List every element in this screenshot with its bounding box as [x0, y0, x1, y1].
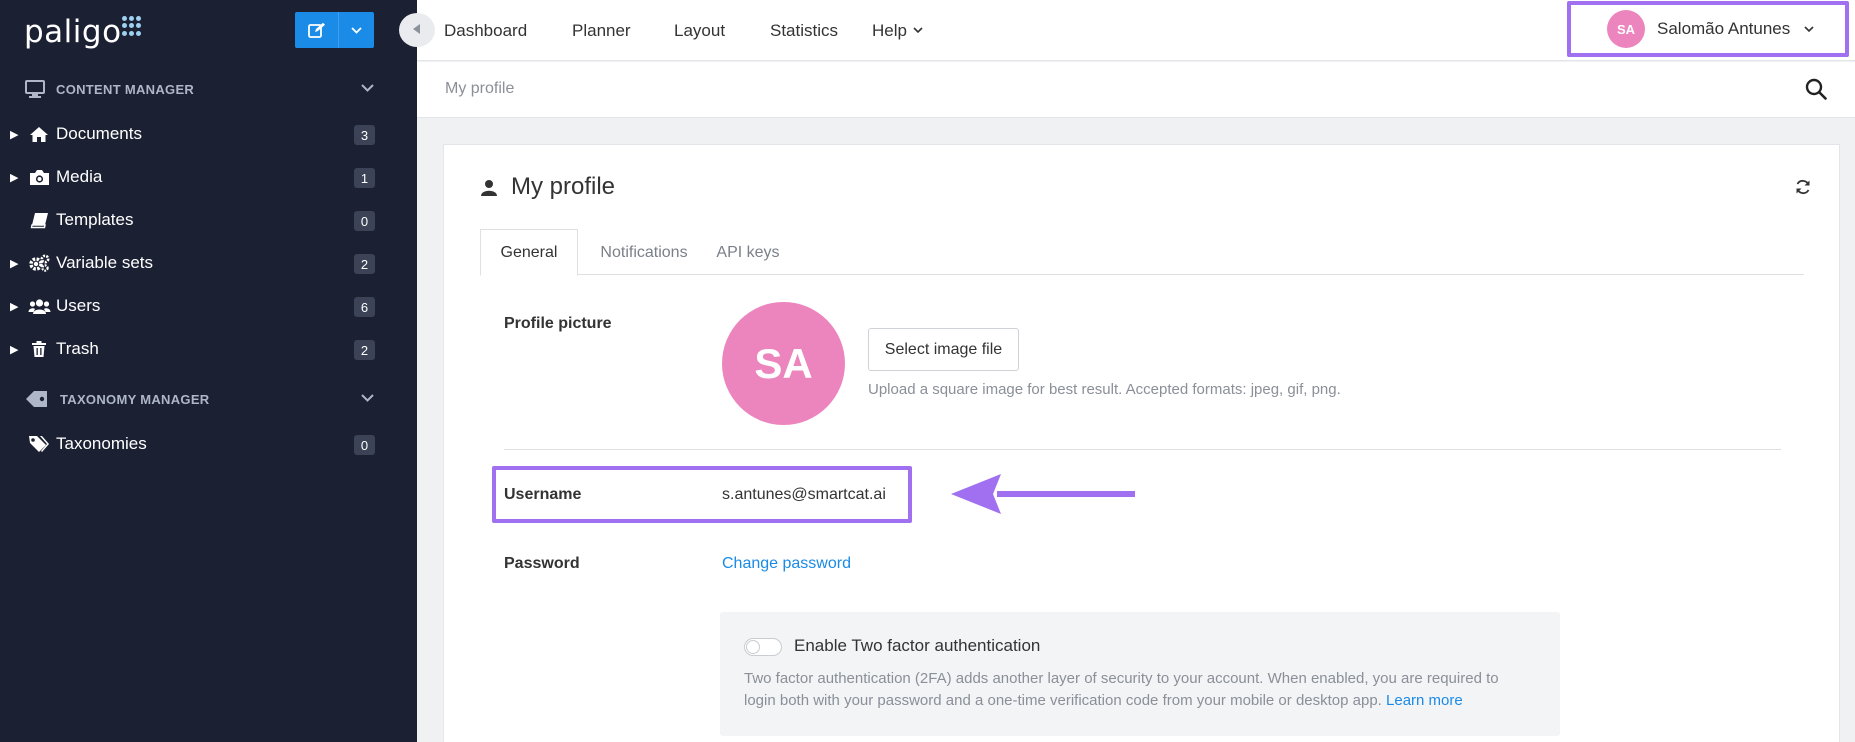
tag-icon	[24, 390, 50, 408]
sidebar-item-label: Media	[56, 167, 103, 186]
user-menu[interactable]: SA Salomão Antunes	[1567, 1, 1849, 57]
page-title: My profile	[481, 173, 615, 201]
users-icon	[27, 296, 51, 316]
profile-panel: My profile General Notifications API key…	[443, 144, 1840, 742]
count-badge: 1	[354, 168, 375, 188]
change-password-link[interactable]: Change password	[722, 555, 851, 573]
caret-left-icon	[413, 21, 421, 39]
camera-icon	[27, 167, 51, 187]
sidebar-item-label: Trash	[56, 339, 99, 358]
collapse-sidebar-button[interactable]	[399, 13, 435, 47]
caret-right-icon[interactable]: ▶	[10, 343, 22, 356]
chevron-down-icon[interactable]	[339, 12, 374, 48]
nav-help-label: Help	[872, 20, 907, 40]
caret-right-icon[interactable]: ▶	[10, 128, 22, 141]
content-manager-label: CONTENT MANAGER	[56, 81, 195, 97]
monitor-icon	[24, 80, 46, 98]
trash-icon	[27, 339, 51, 359]
page-title-text: My profile	[511, 173, 616, 200]
breadcrumb-bar: My profile	[417, 62, 1855, 118]
nav-dashboard[interactable]: Dashboard	[444, 0, 527, 61]
count-badge: 2	[354, 340, 375, 360]
tab-api-keys[interactable]: API keys	[704, 229, 792, 276]
tab-notifications[interactable]: Notifications	[586, 229, 702, 276]
new-content-button[interactable]	[295, 12, 374, 48]
search-icon[interactable]	[1805, 78, 1827, 105]
sidebar-item-label: Taxonomies	[56, 434, 147, 453]
logo-dots-icon	[122, 16, 142, 36]
edit-icon[interactable]	[295, 12, 339, 48]
two-factor-description: Two factor authentication (2FA) adds ano…	[744, 670, 1499, 709]
user-name: Salomão Antunes	[1657, 19, 1791, 38]
profile-picture-label: Profile picture	[504, 315, 612, 332]
sidebar-item-templates[interactable]: ▶ Templates 0	[0, 200, 417, 240]
profile-tabs: General Notifications API keys	[480, 229, 1804, 276]
avatar: SA	[1607, 10, 1645, 48]
sidebar-item-label: Documents	[56, 124, 142, 143]
breadcrumb[interactable]: My profile	[445, 80, 514, 98]
username-label: Username	[504, 486, 582, 503]
annotation-arrow-icon	[951, 474, 1135, 514]
home-icon	[27, 124, 51, 144]
nav-layout[interactable]: Layout	[674, 0, 725, 61]
paligo-logo[interactable]: paligo	[24, 14, 122, 50]
two-factor-box: Enable Two factor authentication Two fac…	[720, 612, 1560, 736]
upload-hint: Upload a square image for best result. A…	[868, 381, 1341, 398]
sidebar-item-media[interactable]: ▶ Media 1	[0, 157, 417, 197]
taxonomy-manager-label: TAXONOMY MANAGER	[60, 391, 210, 407]
sidebar-item-users[interactable]: ▶ Users 6	[0, 286, 417, 326]
refresh-icon[interactable]	[1795, 179, 1811, 200]
count-badge: 2	[354, 254, 375, 274]
username-value: s.antunes@smartcat.ai	[722, 486, 886, 503]
count-badge: 6	[354, 297, 375, 317]
sidebar-item-label: Variable sets	[56, 253, 154, 272]
two-factor-title: Enable Two factor authentication	[794, 636, 1041, 655]
chevron-down-icon[interactable]	[361, 390, 374, 405]
sidebar-item-taxonomies[interactable]: ▶ Taxonomies 0	[0, 424, 417, 464]
sidebar-item-documents[interactable]: ▶ Documents 3	[0, 114, 417, 154]
caret-right-icon[interactable]: ▶	[10, 257, 22, 270]
content-manager-header[interactable]: CONTENT MANAGER	[24, 74, 374, 104]
password-label: Password	[504, 555, 580, 572]
taxonomy-manager-header[interactable]: TAXONOMY MANAGER	[24, 384, 374, 414]
sidebar-item-variable-sets[interactable]: ▶ Variable sets 2	[0, 243, 417, 283]
chevron-down-icon	[1804, 20, 1814, 38]
book-icon	[27, 210, 51, 230]
nav-planner[interactable]: Planner	[572, 0, 631, 61]
profile-avatar: SA	[722, 302, 845, 425]
user-icon	[481, 179, 497, 196]
sidebar: paligo CONTENT MANAGER ▶ Documents 3 ▶ M…	[0, 0, 417, 742]
two-factor-toggle[interactable]	[744, 638, 782, 656]
tab-general[interactable]: General	[480, 229, 578, 276]
gears-icon	[27, 253, 51, 273]
learn-more-link[interactable]: Learn more	[1386, 692, 1463, 709]
select-image-button[interactable]: Select image file	[868, 328, 1019, 371]
sidebar-item-trash[interactable]: ▶ Trash 2	[0, 329, 417, 369]
chevron-down-icon[interactable]	[361, 80, 374, 95]
tags-icon	[27, 434, 51, 454]
nav-help[interactable]: Help	[872, 0, 923, 61]
count-badge: 0	[354, 211, 375, 231]
sidebar-item-label: Templates	[56, 210, 134, 229]
sidebar-item-label: Users	[56, 296, 101, 315]
divider	[504, 449, 1781, 450]
nav-statistics[interactable]: Statistics	[770, 0, 838, 61]
chevron-down-icon	[913, 27, 923, 34]
caret-right-icon[interactable]: ▶	[10, 171, 22, 184]
count-badge: 3	[354, 125, 375, 145]
caret-right-icon[interactable]: ▶	[10, 300, 22, 313]
count-badge: 0	[354, 435, 375, 455]
